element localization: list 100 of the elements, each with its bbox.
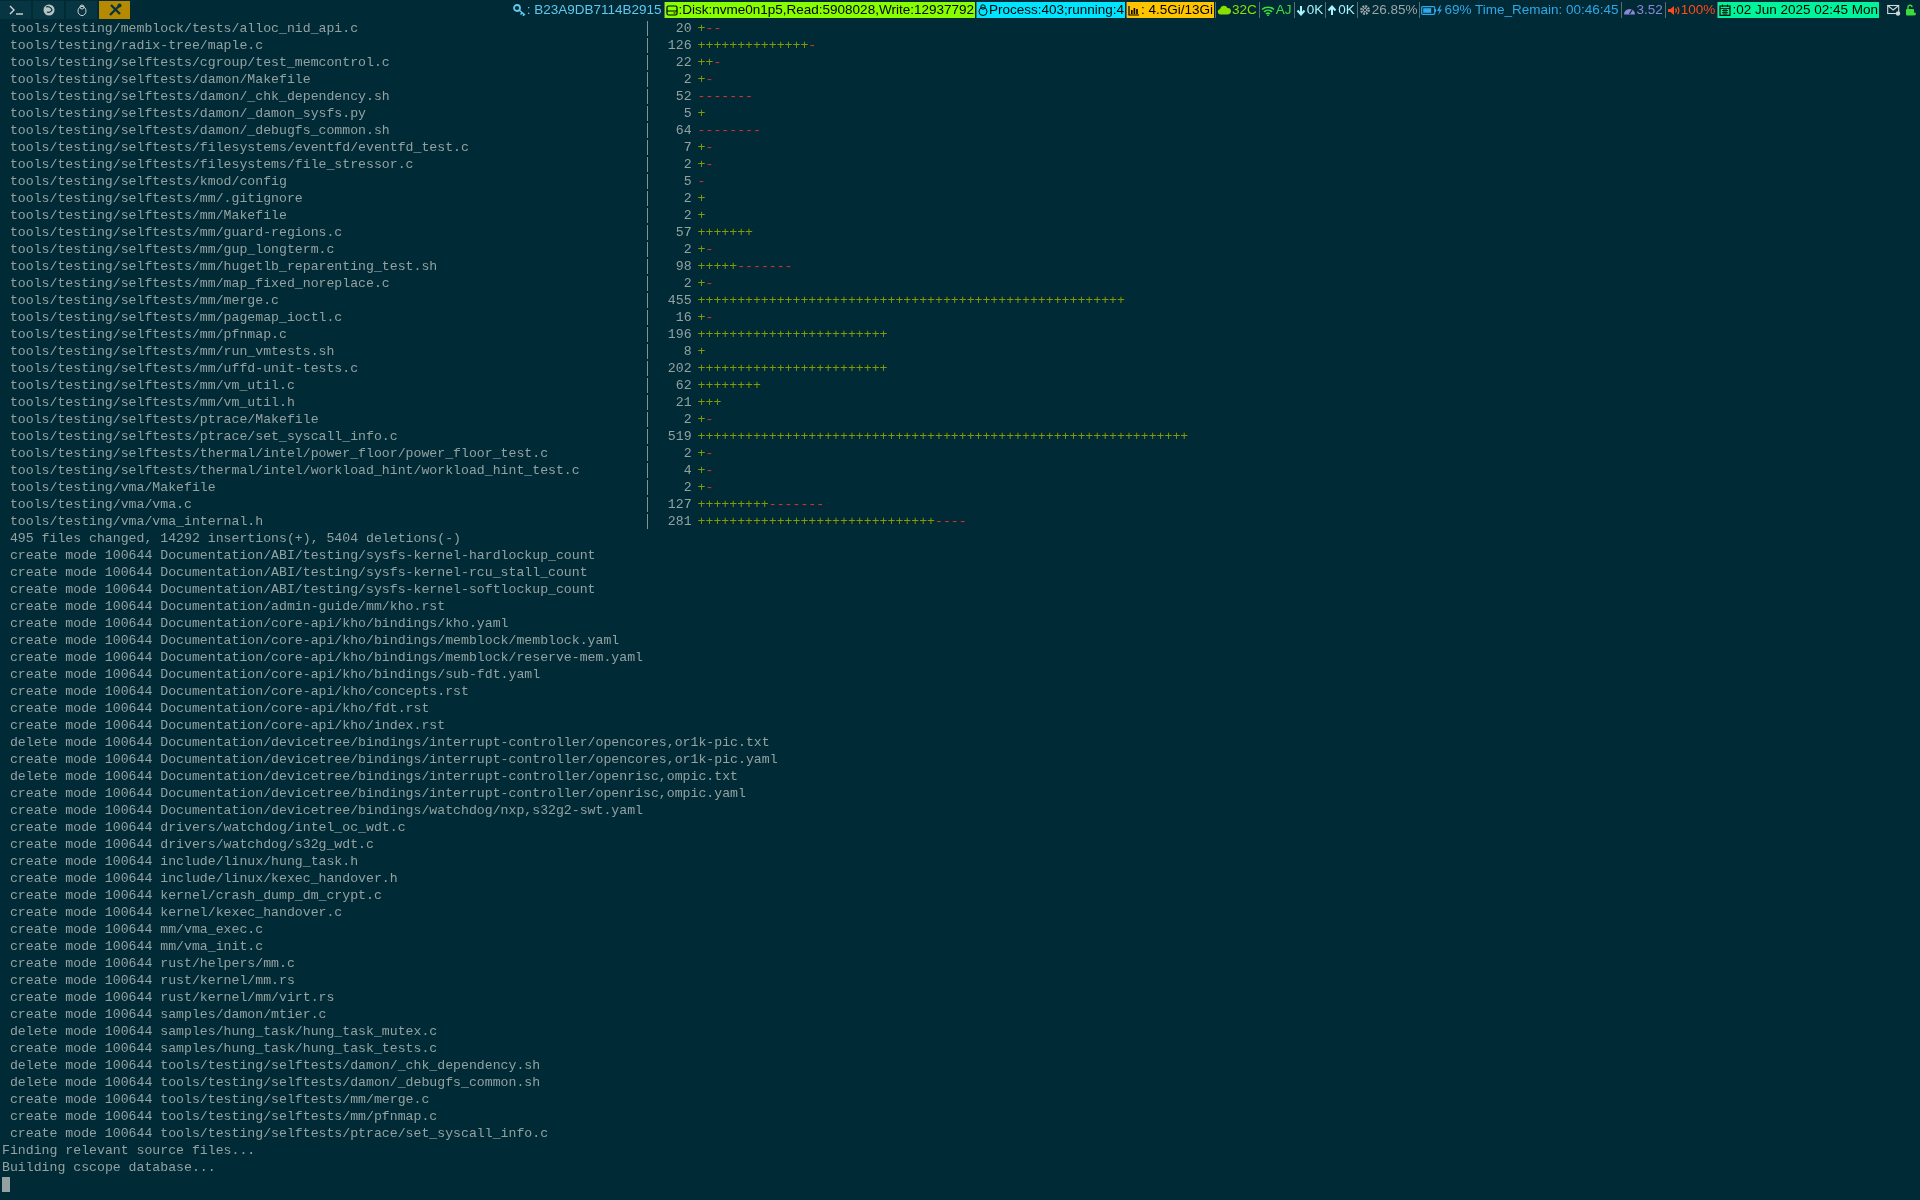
output-line: create mode 100644 tools/testing/selftests/mm/merge.c bbox=[9, 1091, 430, 1108]
status-text: 100% bbox=[1680, 2, 1716, 18]
output-line: create mode 100644 Documentation/core-api/kho/bindings/kho.yaml bbox=[9, 615, 509, 632]
change-graph: +- bbox=[697, 275, 714, 292]
change-graph: ++++++++++++++++++++++++ bbox=[697, 360, 888, 377]
cloud-icon bbox=[1217, 5, 1232, 15]
workspace-button[interactable] bbox=[99, 1, 130, 19]
hard-drive-icon bbox=[665, 4, 678, 16]
change-graph: ++++++++ bbox=[697, 377, 761, 394]
change-graph: +- bbox=[697, 411, 714, 428]
lock-icon[interactable] bbox=[1905, 4, 1916, 16]
file-path: tools/testing/selftests/thermal/intel/power_floor/power_floor_test.c bbox=[9, 445, 550, 462]
output-line: create mode 100644 rust/kernel/mm.rs bbox=[9, 972, 295, 989]
file-path: tools/testing/selftests/mm/uffd-unit-tests.c bbox=[9, 360, 360, 377]
file-path: tools/testing/selftests/mm/.gitignore bbox=[9, 190, 304, 207]
change-graph: ++++++++++++++++++++++++++++++---- bbox=[697, 513, 967, 530]
output-line: create mode 100644 kernel/crash_dump_dm_crypt.c bbox=[9, 887, 382, 904]
output-line: create mode 100644 rust/helpers/mm.c bbox=[9, 955, 295, 972]
output-line: delete mode 100644 tools/testing/selftests/damon/_chk_dependency.sh bbox=[9, 1057, 541, 1074]
file-path: tools/testing/selftests/damon/Makefile bbox=[9, 71, 312, 88]
change-graph: +++ bbox=[697, 394, 722, 411]
change-count: 2 bbox=[682, 479, 692, 496]
status-text: 3.52 bbox=[1636, 2, 1663, 18]
output-line: create mode 100644 include/linux/hung_task.h bbox=[9, 853, 359, 870]
file-path: tools/testing/vma/vma_internal.h bbox=[9, 513, 265, 530]
file-path: tools/testing/selftests/mm/pagemap_ioctl.c bbox=[9, 309, 344, 326]
change-count: 2 bbox=[682, 411, 692, 428]
file-path: tools/testing/selftests/damon/_chk_dependency.sh bbox=[9, 88, 391, 105]
output-line: create mode 100644 Documentation/ABI/testing/sysfs-kernel-rcu_stall_count bbox=[9, 564, 588, 581]
change-graph: +- bbox=[697, 309, 714, 326]
change-graph: ++++++++++++++- bbox=[697, 37, 817, 54]
output-line: create mode 100644 Documentation/core-api/kho/bindings/sub-fdt.yaml bbox=[9, 666, 541, 683]
file-path: tools/testing/selftests/mm/map_fixed_noreplace.c bbox=[9, 275, 391, 292]
key-icon bbox=[512, 4, 526, 16]
file-path: tools/testing/selftests/filesystems/eventfd/eventfd_test.c bbox=[9, 139, 470, 156]
workspace-button[interactable] bbox=[66, 1, 97, 19]
change-count: 64 bbox=[674, 122, 692, 139]
status-text: :Disk:nvme0n1p5,Read:5908028,Write:12937792 bbox=[678, 2, 974, 18]
file-path: tools/testing/selftests/mm/guard-regions.c bbox=[9, 224, 344, 241]
change-graph: +- bbox=[697, 71, 714, 88]
change-count: 7 bbox=[682, 139, 692, 156]
change-graph: ------- bbox=[697, 88, 753, 105]
status-text: :02 Jun 2025 02:45 Mon bbox=[1732, 2, 1878, 18]
change-count: 4 bbox=[682, 462, 692, 479]
speaker-icon bbox=[1666, 4, 1680, 16]
change-graph: - bbox=[697, 173, 706, 190]
mail-icon[interactable] bbox=[1887, 4, 1901, 16]
up-arrow-icon bbox=[1327, 4, 1338, 16]
change-count: 62 bbox=[674, 377, 692, 394]
change-graph: +- bbox=[697, 241, 714, 258]
status-text: : B23A9DB7114B2915 bbox=[526, 2, 662, 18]
status-text: 69% Time_Remain: 00:46:45 bbox=[1444, 2, 1619, 18]
change-graph: ++++++++++++++++++++++++++++++++++++++++++++++++++++++++++++++ bbox=[697, 428, 1189, 445]
change-graph: +- bbox=[697, 445, 714, 462]
status-text: : 4.5Gi/13Gi bbox=[1141, 2, 1214, 18]
change-count: 202 bbox=[666, 360, 692, 377]
change-graph: -------- bbox=[697, 122, 761, 139]
output-line: create mode 100644 Documentation/devicetree/bindings/interrupt-controller/openrisc,ompic.yaml bbox=[9, 785, 746, 802]
change-count: 5 bbox=[682, 173, 692, 190]
change-graph: +-- bbox=[697, 20, 722, 37]
battery-charging-icon bbox=[1421, 4, 1444, 16]
output-line: create mode 100644 rust/kernel/mm/virt.rs bbox=[9, 989, 335, 1006]
status-text: AJ bbox=[1275, 2, 1292, 18]
file-path: tools/testing/selftests/mm/vm_util.c bbox=[9, 377, 296, 394]
change-count: 519 bbox=[666, 428, 692, 445]
file-path: tools/testing/radix-tree/maple.c bbox=[9, 37, 265, 54]
change-graph: + bbox=[697, 190, 706, 207]
change-graph: + bbox=[697, 343, 706, 360]
bar-chart-icon bbox=[1128, 4, 1141, 16]
change-graph: + bbox=[697, 105, 706, 122]
text-cursor bbox=[2, 1177, 10, 1192]
change-graph: ++++++++++++++++++++++++++++++++++++++++++++++++++++++ bbox=[697, 292, 1125, 309]
change-count: 5 bbox=[682, 105, 692, 122]
wifi-icon bbox=[1260, 4, 1275, 16]
change-count: 281 bbox=[666, 513, 692, 530]
change-count: 455 bbox=[666, 292, 692, 309]
file-path: tools/testing/vma/Makefile bbox=[9, 479, 217, 496]
output-line: create mode 100644 Documentation/admin-guide/mm/kho.rst bbox=[9, 598, 446, 615]
workspace-button[interactable] bbox=[0, 1, 31, 19]
file-path: tools/testing/selftests/mm/gup_longterm.c bbox=[9, 241, 336, 258]
change-graph: ++- bbox=[697, 54, 722, 71]
output-line: create mode 100644 Documentation/ABI/testing/sysfs-kernel-softlockup_count bbox=[9, 581, 596, 598]
change-count: 16 bbox=[674, 309, 692, 326]
change-graph: ++++++++++++++++++++++++ bbox=[697, 326, 888, 343]
file-path: tools/testing/selftests/damon/_debugfs_common.sh bbox=[9, 122, 391, 139]
output-line: create mode 100644 samples/hung_task/hung_task_tests.c bbox=[9, 1040, 438, 1057]
change-count: 98 bbox=[674, 258, 692, 275]
status-text: 0K bbox=[1338, 2, 1355, 18]
change-count: 2 bbox=[682, 445, 692, 462]
output-line: create mode 100644 samples/damon/mtier.c bbox=[9, 1006, 327, 1023]
file-path: tools/testing/vma/vma.c bbox=[9, 496, 193, 513]
file-path: tools/testing/selftests/mm/pfnmap.c bbox=[9, 326, 288, 343]
output-line: create mode 100644 drivers/watchdog/s32g_wdt.c bbox=[9, 836, 374, 853]
change-count: 22 bbox=[674, 54, 692, 71]
output-line: Finding relevant source files... bbox=[2, 1142, 256, 1159]
workspace-button[interactable] bbox=[33, 1, 64, 19]
file-path: tools/testing/selftests/mm/vm_util.h bbox=[9, 394, 296, 411]
output-line: create mode 100644 Documentation/devicetree/bindings/watchdog/nxp,s32g2-swt.yaml bbox=[9, 802, 643, 819]
output-line: create mode 100644 Documentation/core-api/kho/concepts.rst bbox=[9, 683, 469, 700]
change-graph: +- bbox=[697, 139, 714, 156]
